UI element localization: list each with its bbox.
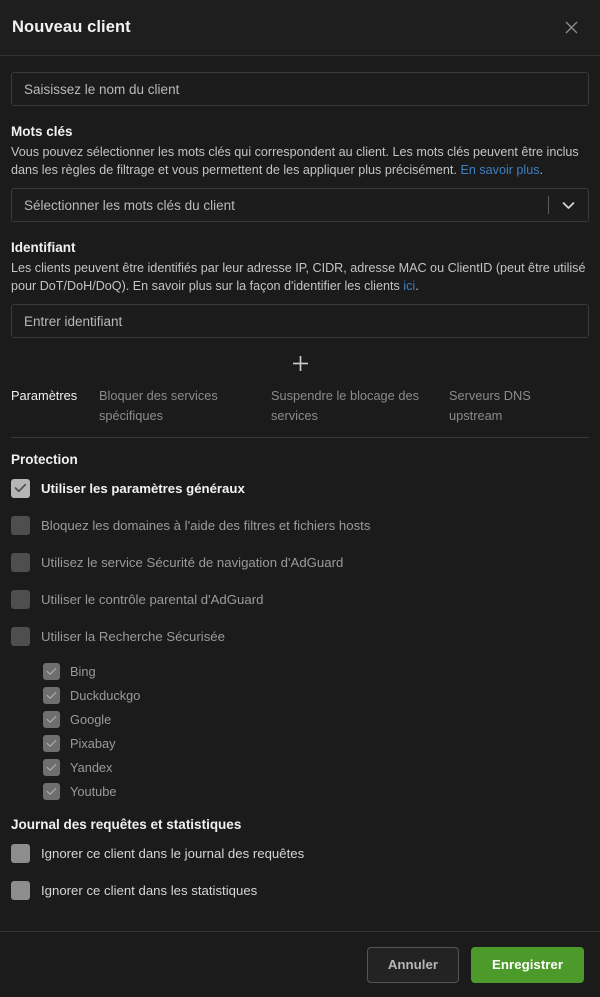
keywords-description-end: . xyxy=(539,163,544,177)
settings-tabs: Paramètres Bloquer des services spécifiq… xyxy=(11,382,589,438)
checkbox-label: Google xyxy=(70,712,112,727)
checkbox-unchecked-icon[interactable] xyxy=(11,515,30,535)
checkbox-row-safe-search-google[interactable]: Google xyxy=(11,708,589,731)
dialog-body: Mots clés Vous pouvez sélectionner les m… xyxy=(0,56,600,931)
checkbox-label: Utiliser la Recherche Sécurisée xyxy=(41,628,225,644)
checkbox-label: Bing xyxy=(70,664,96,679)
keywords-label: Mots clés xyxy=(11,124,73,139)
checkbox-label: Pixabay xyxy=(70,736,116,751)
checkbox-label: Yandex xyxy=(70,760,113,775)
new-client-dialog: Nouveau client Mots clés Vous pouvez sél… xyxy=(0,0,600,997)
checkbox-unchecked-icon[interactable] xyxy=(11,626,30,646)
checkbox-row-safe-search-duckduckgo[interactable]: Duckduckgo xyxy=(11,684,589,707)
checkbox-row-adguard-browsing-security[interactable]: Utilisez le service Sécurité de navigati… xyxy=(11,549,589,575)
checkbox-unchecked-icon[interactable] xyxy=(11,880,30,900)
checkbox-row-adguard-parental-control[interactable]: Utiliser le contrôle parental d'AdGuard xyxy=(11,586,589,612)
checkbox-checked-icon[interactable] xyxy=(11,478,30,498)
client-name-input[interactable] xyxy=(11,72,589,106)
protection-title: Protection xyxy=(11,452,78,467)
checkbox-row-safe-search-pixabay[interactable]: Pixabay xyxy=(11,732,589,755)
tab-bloquer-services[interactable]: Bloquer des services spécifiques xyxy=(99,386,271,426)
identifier-input[interactable] xyxy=(11,304,589,338)
checkbox-label: Ignorer ce client dans les statistiques xyxy=(41,882,258,898)
checkbox-row-safe-search-youtube[interactable]: Youtube xyxy=(11,780,589,803)
dialog-footer: Annuler Enregistrer xyxy=(0,931,600,997)
checkbox-label: Bloquez les domaines à l'aide des filtre… xyxy=(41,517,371,533)
checkbox-label: Youtube xyxy=(70,784,117,799)
keywords-select[interactable]: Sélectionner les mots clés du client xyxy=(11,188,589,222)
select-separator xyxy=(548,196,549,214)
checkbox-checked-icon[interactable] xyxy=(43,735,60,752)
checkbox-checked-icon[interactable] xyxy=(43,783,60,800)
identifier-here-link[interactable]: ici xyxy=(403,279,415,293)
checkbox-row-safe-search-yandex[interactable]: Yandex xyxy=(11,756,589,779)
save-button[interactable]: Enregistrer xyxy=(471,946,584,983)
checkbox-checked-icon[interactable] xyxy=(43,663,60,680)
tab-serveurs-dns-upstream[interactable]: Serveurs DNS upstream xyxy=(449,386,589,426)
tab-parametres[interactable]: Paramètres xyxy=(11,386,99,426)
dialog-header: Nouveau client xyxy=(0,0,600,56)
checkbox-row-safe-search[interactable]: Utiliser la Recherche Sécurisée xyxy=(11,623,589,649)
keywords-learn-more-link[interactable]: En savoir plus xyxy=(460,163,539,177)
identifier-description-text: Les clients peuvent être identifiés par … xyxy=(11,261,586,293)
plus-icon[interactable] xyxy=(289,352,311,374)
checkbox-row-use-global-settings[interactable]: Utiliser les paramètres généraux xyxy=(11,475,589,501)
chevron-down-icon[interactable] xyxy=(562,201,575,210)
checkbox-checked-icon[interactable] xyxy=(43,711,60,728)
checkbox-row-ignore-query-log[interactable]: Ignorer ce client dans le journal des re… xyxy=(11,840,589,866)
keywords-description: Vous pouvez sélectionner les mots clés q… xyxy=(11,143,589,179)
cancel-button[interactable]: Annuler xyxy=(366,946,460,983)
checkbox-label: Duckduckgo xyxy=(70,688,141,703)
add-identifier-row xyxy=(11,338,589,382)
logs-title: Journal des requêtes et statistiques xyxy=(11,817,242,832)
checkbox-unchecked-icon[interactable] xyxy=(11,552,30,572)
checkbox-label: Ignorer ce client dans le journal des re… xyxy=(41,845,305,861)
page-title: Nouveau client xyxy=(12,18,131,36)
identifier-description-end: . xyxy=(415,279,419,293)
checkbox-label: Utilisez le service Sécurité de navigati… xyxy=(41,554,344,570)
checkbox-label: Utiliser les paramètres généraux xyxy=(41,480,245,496)
tab-suspendre-blocage[interactable]: Suspendre le blocage des services xyxy=(271,386,449,426)
identifier-description: Les clients peuvent être identifiés par … xyxy=(11,259,589,295)
checkbox-row-safe-search-bing[interactable]: Bing xyxy=(11,660,589,683)
identifier-label: Identifiant xyxy=(11,240,76,255)
close-icon[interactable] xyxy=(558,15,584,41)
checkbox-unchecked-icon[interactable] xyxy=(11,843,30,863)
checkbox-unchecked-icon[interactable] xyxy=(11,589,30,609)
keywords-select-value: Sélectionner les mots clés du client xyxy=(24,197,235,213)
checkbox-row-block-domains-filters[interactable]: Bloquez les domaines à l'aide des filtre… xyxy=(11,512,589,538)
checkbox-label: Utiliser le contrôle parental d'AdGuard xyxy=(41,591,264,607)
checkbox-checked-icon[interactable] xyxy=(43,759,60,776)
checkbox-row-ignore-statistics[interactable]: Ignorer ce client dans les statistiques xyxy=(11,877,589,903)
checkbox-checked-icon[interactable] xyxy=(43,687,60,704)
